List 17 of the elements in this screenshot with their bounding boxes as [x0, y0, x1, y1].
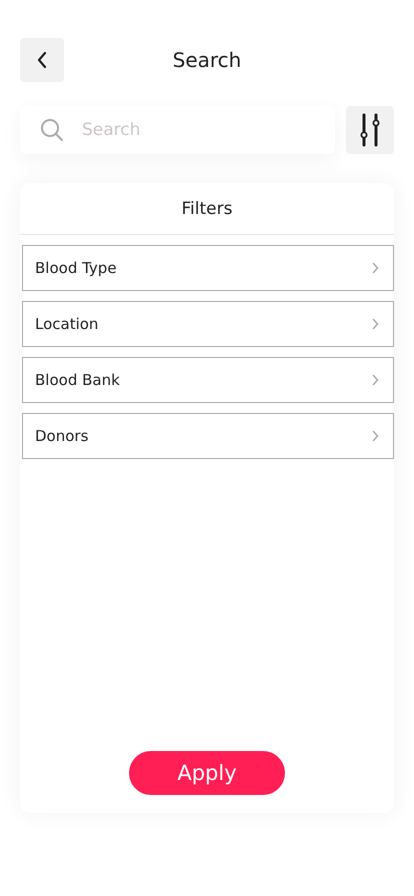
apply-button[interactable]: Apply — [129, 751, 285, 795]
filter-item[interactable]: Donors — [22, 413, 394, 459]
page-title: Search — [172, 48, 242, 72]
chevron-icon — [372, 374, 379, 386]
filter-item[interactable]: Blood Type — [22, 245, 394, 291]
chevron-icon — [372, 318, 379, 330]
search-field[interactable]: Search — [20, 106, 335, 154]
search-icon — [40, 118, 64, 142]
back-button[interactable] — [20, 38, 64, 82]
sliders-icon — [358, 113, 382, 147]
back-icon — [36, 51, 48, 69]
chevron-icon — [372, 430, 379, 442]
card-title: Filters — [182, 198, 232, 218]
filter-button[interactable] — [346, 106, 394, 154]
chevron-icon — [372, 262, 379, 274]
filter-item[interactable]: Location — [22, 301, 394, 347]
filter-item[interactable]: Blood Bank — [22, 357, 394, 403]
